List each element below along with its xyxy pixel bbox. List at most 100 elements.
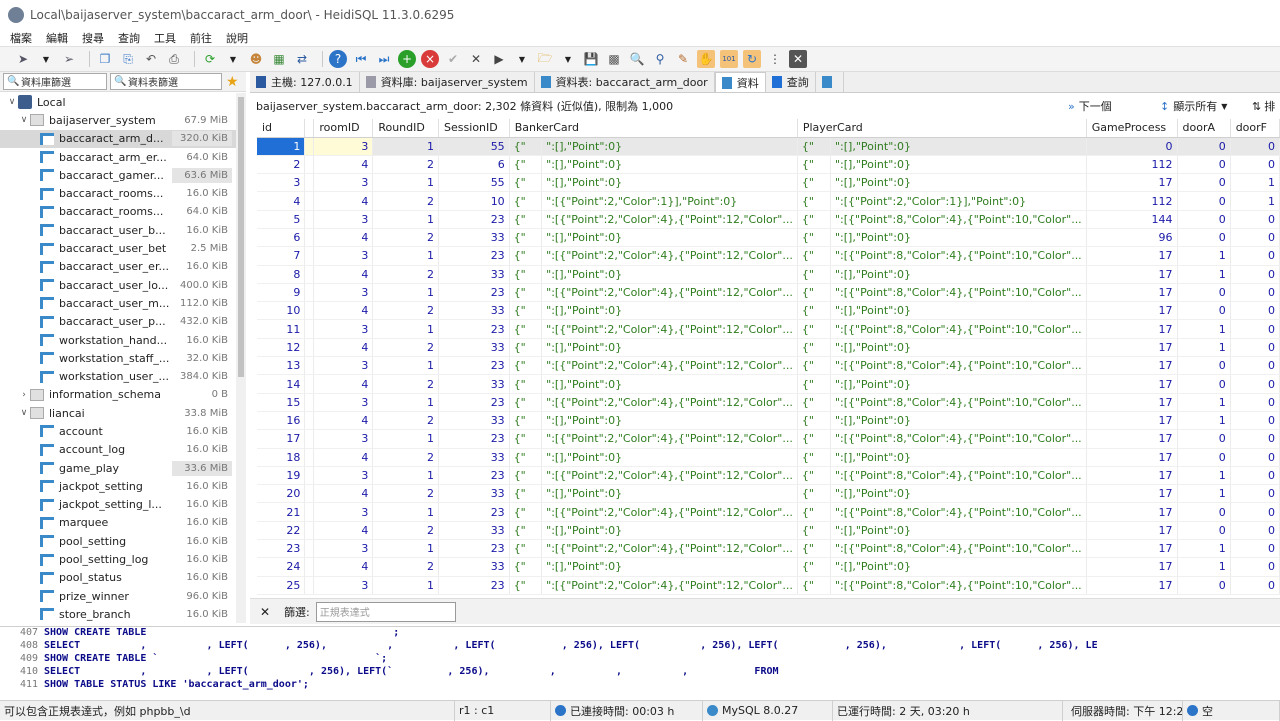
table-row[interactable]: 3 3 1 55 {" ":[],"Point":0} {" ":[],"Point":0} 1… xyxy=(257,173,1280,193)
table-cell[interactable]: {" xyxy=(797,429,832,449)
table-cell[interactable]: {" xyxy=(509,466,543,486)
tree-item[interactable]: baccaract_user_b... 16.0 KiB xyxy=(0,221,236,239)
tree-item[interactable]: › information_schema 0 B xyxy=(0,386,236,404)
table-cell[interactable]: {" xyxy=(509,521,543,541)
menu-search[interactable]: 搜尋 xyxy=(82,30,104,46)
table-cell[interactable]: {" xyxy=(509,228,543,248)
table-cell[interactable]: 23 xyxy=(438,576,510,595)
table-row[interactable]: 1 3 1 55 {" ":[],"Point":0} {" ":[],"Point":0} 0… xyxy=(257,137,1280,156)
table-cell[interactable]: 17 xyxy=(1086,466,1178,486)
table-cell[interactable]: 0 xyxy=(1177,521,1231,541)
table-cell[interactable]: ":[],"Point":0} xyxy=(541,173,798,193)
table-cell[interactable]: 4 xyxy=(313,484,374,504)
table-cell[interactable]: {" xyxy=(509,393,543,412)
column-header[interactable]: PlayerCard xyxy=(797,119,1087,138)
table-cell[interactable]: 1 xyxy=(372,466,440,486)
table-cell[interactable]: 16 xyxy=(257,411,306,431)
table-cell[interactable]: 23 xyxy=(438,210,510,229)
table-cell[interactable]: {" xyxy=(509,283,543,303)
table-cell[interactable]: 0 xyxy=(1177,502,1231,522)
tree-scrollbar[interactable] xyxy=(236,93,246,623)
table-cell[interactable]: ":[],"Point":0} xyxy=(541,557,798,577)
table-cell[interactable]: ":[{"Point":2,"Color":4},{"Point":12,"Co… xyxy=(541,283,798,303)
table-cell[interactable]: {" xyxy=(797,466,832,486)
tree-item[interactable]: baccaract_user_bet 2.5 MiB xyxy=(0,239,236,257)
table-cell[interactable]: {" xyxy=(797,502,832,522)
table-cell[interactable]: 0 xyxy=(1230,338,1280,358)
table-cell[interactable]: 0 xyxy=(1177,429,1231,449)
table-cell[interactable]: 1 xyxy=(1177,466,1231,486)
table-cell[interactable]: 17 xyxy=(1086,356,1178,376)
table-cell[interactable]: 3 xyxy=(313,539,374,559)
table-cell[interactable]: 1 xyxy=(372,576,440,595)
table-cell[interactable]: {" xyxy=(797,448,832,467)
table-cell[interactable]: {" xyxy=(797,539,832,559)
table-cell[interactable] xyxy=(304,210,315,229)
tree-item[interactable]: ∨ baijaserver_system 67.9 MiB xyxy=(0,111,236,129)
table-cell[interactable]: 33 xyxy=(438,521,510,541)
tree-item[interactable]: store_branch 16.0 KiB xyxy=(0,605,236,623)
table-cell[interactable]: ":[],"Point":0} xyxy=(830,521,1087,541)
table-cell[interactable]: 0 xyxy=(1086,137,1178,156)
table-cell[interactable]: 4 xyxy=(313,155,374,175)
table-cell[interactable]: 15 xyxy=(257,393,306,412)
search-icon[interactable]: ⚲ xyxy=(651,50,669,68)
menu-help[interactable]: 說明 xyxy=(226,30,248,46)
table-cell[interactable]: 144 xyxy=(1086,210,1178,229)
connect-icon[interactable]: ➤ xyxy=(14,50,32,68)
table-cell[interactable]: {" xyxy=(797,228,832,248)
table-cell[interactable] xyxy=(304,155,315,175)
open-folder-icon[interactable]: 🗁 xyxy=(536,50,554,68)
table-cell[interactable]: 0 xyxy=(1230,319,1280,339)
table-cell[interactable]: ":[{"Point":2,"Color":4},{"Point":12,"Co… xyxy=(541,393,798,412)
tree-item[interactable]: account_log 16.0 KiB xyxy=(0,441,236,459)
table-cell[interactable]: 11 xyxy=(257,319,306,339)
table-cell[interactable]: {" xyxy=(509,374,543,394)
table-cell[interactable]: ":[],"Point":0} xyxy=(830,155,1087,175)
table-cell[interactable]: ":[{"Point":2,"Color":4},{"Point":12,"Co… xyxy=(541,502,798,522)
dropdown-arrow-icon[interactable]: ▼ xyxy=(224,50,242,68)
table-cell[interactable]: 1 xyxy=(1230,173,1280,193)
table-cell[interactable]: ":[],"Point":0} xyxy=(541,265,798,284)
table-cell[interactable]: 2 xyxy=(372,448,440,467)
table-cell[interactable]: ":[],"Point":0} xyxy=(541,484,798,504)
tree-item[interactable]: baccaract_arm_er... 64.0 KiB xyxy=(0,148,236,166)
table-cell[interactable]: {" xyxy=(797,374,832,394)
table-cell[interactable]: 33 xyxy=(438,484,510,504)
tree-item[interactable]: workstation_user_... 384.0 KiB xyxy=(0,367,236,385)
table-cell[interactable]: 0 xyxy=(1177,301,1231,321)
table-cell[interactable]: ":[{"Point":2,"Color":4},{"Point":12,"Co… xyxy=(541,319,798,339)
table-cell[interactable]: 0 xyxy=(1230,283,1280,303)
table-cell[interactable]: 55 xyxy=(438,137,510,156)
table-cell[interactable]: ":[{"Point":2,"Color":4},{"Point":12,"Co… xyxy=(541,429,798,449)
table-row[interactable]: 25 3 1 23 {" ":[{"Point":2,"Color":4},{"Point… xyxy=(257,576,1280,595)
table-cell[interactable]: ":[],"Point":0} xyxy=(830,173,1087,193)
table-cell[interactable]: 23 xyxy=(257,539,306,559)
table-cell[interactable]: 6 xyxy=(438,155,510,175)
table-cell[interactable]: ":[{"Point":8,"Color":4},{"Point":10,"Co… xyxy=(830,576,1087,595)
tree-item[interactable]: baccaract_user_m... 112.0 KiB xyxy=(0,294,236,312)
tree-item[interactable]: jackpot_setting 16.0 KiB xyxy=(0,477,236,495)
table-cell[interactable]: 23 xyxy=(438,502,510,522)
tree-item[interactable]: workstation_hand... 16.0 KiB xyxy=(0,331,236,349)
table-cell[interactable]: 0 xyxy=(1230,393,1280,412)
tree-item[interactable]: prize_winner 96.0 KiB xyxy=(0,587,236,605)
table-cell[interactable]: 1 xyxy=(1177,393,1231,412)
table-cell[interactable]: 0 xyxy=(1177,228,1231,248)
more-icon[interactable]: ⋮ xyxy=(766,50,784,68)
first-record-icon[interactable]: ⏮ xyxy=(352,50,370,68)
table-cell[interactable]: 0 xyxy=(1177,576,1231,595)
table-cell[interactable]: 6 xyxy=(257,228,306,248)
table-row[interactable]: 23 3 1 23 {" ":[{"Point":2,"Color":4},{"Point… xyxy=(257,539,1280,559)
dropdown-arrow-icon[interactable]: ▼ xyxy=(559,50,577,68)
table-cell[interactable]: 17 xyxy=(1086,283,1178,303)
column-header[interactable]: RoundID xyxy=(372,119,440,138)
table-cell[interactable]: 1 xyxy=(372,246,440,266)
table-cell[interactable]: ":[{"Point":8,"Color":4},{"Point":10,"Co… xyxy=(830,283,1087,303)
menu-file[interactable]: 檔案 xyxy=(10,30,32,46)
delete-record-icon[interactable]: × xyxy=(421,50,439,68)
table-cell[interactable]: ":[],"Point":0} xyxy=(541,228,798,248)
table-row[interactable]: 2 4 2 6 {" ":[],"Point":0} {" ":[],"Point":0} 11… xyxy=(257,155,1280,175)
table-row[interactable]: 8 4 2 33 {" ":[],"Point":0} {" ":[],"Point":0} 1… xyxy=(257,265,1280,284)
table-cell[interactable]: 24 xyxy=(257,557,306,577)
